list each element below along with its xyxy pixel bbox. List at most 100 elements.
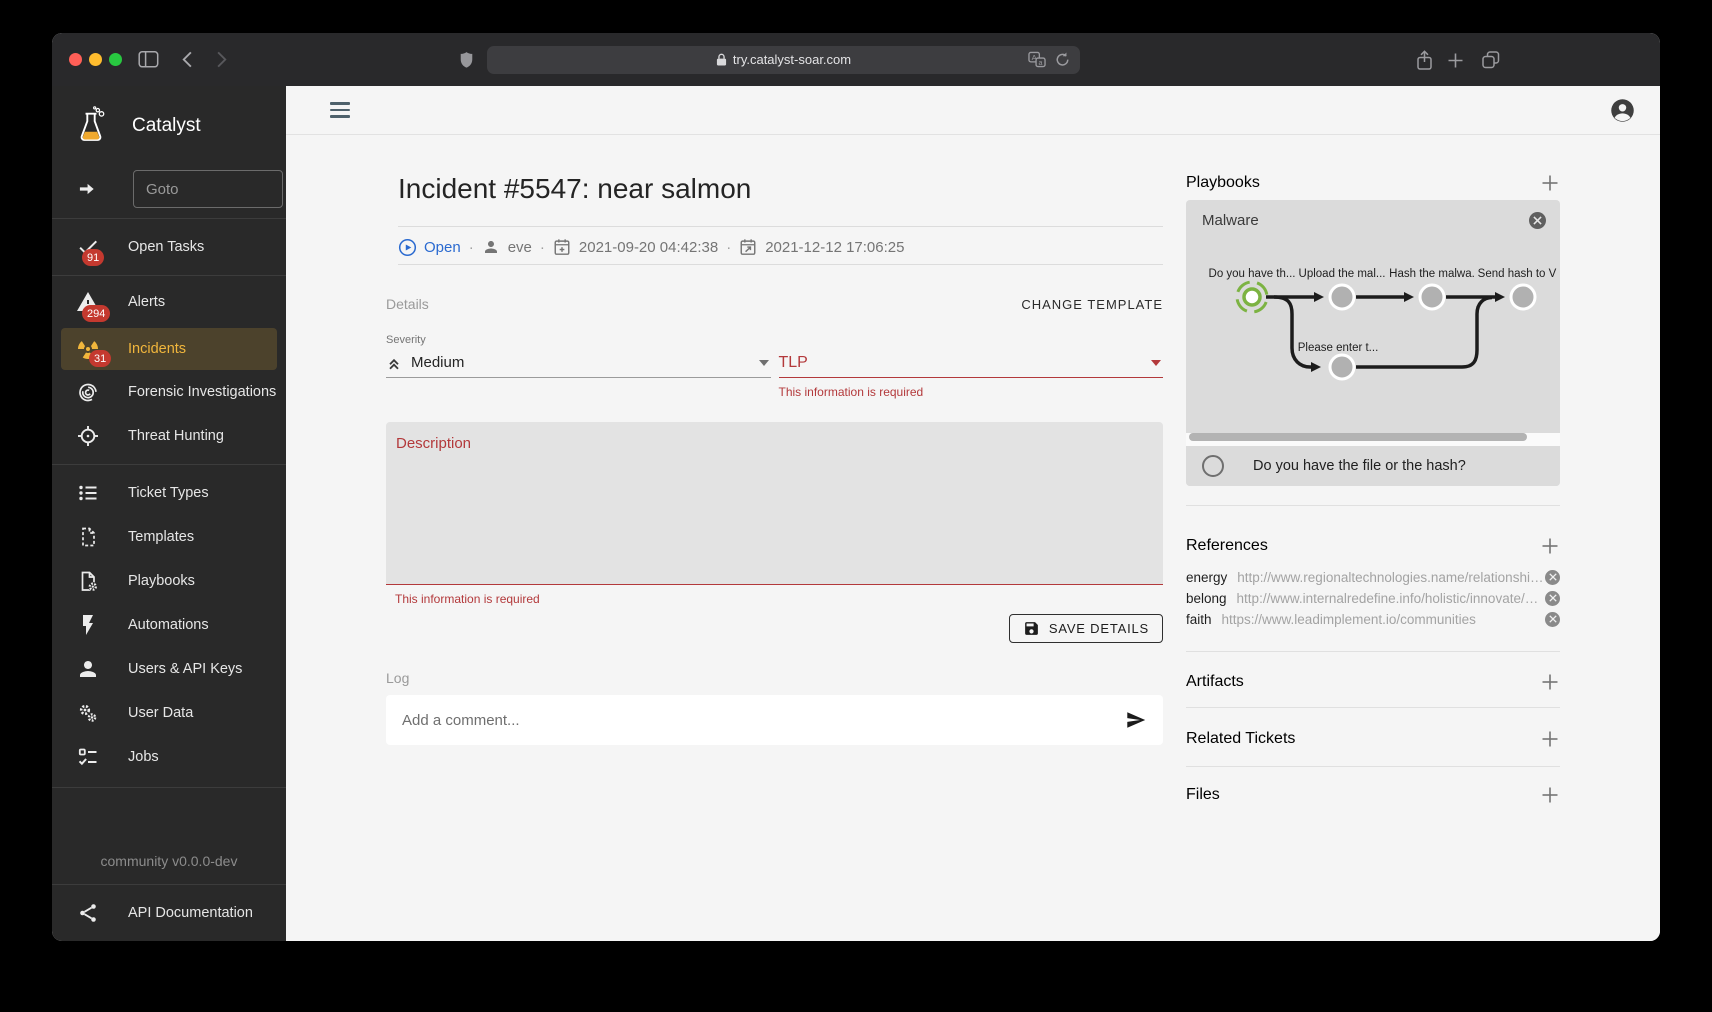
comment-input[interactable]: [402, 712, 1125, 729]
gears-icon: [76, 701, 100, 725]
url-text: try.catalyst-soar.com: [733, 52, 851, 67]
section-divider: [1186, 505, 1560, 506]
remove-playbook-icon[interactable]: [1529, 212, 1546, 229]
playbooks-header: Playbooks: [1186, 172, 1560, 194]
address-bar[interactable]: try.catalyst-soar.com Aa: [487, 46, 1080, 74]
task-radio-icon[interactable]: [1202, 455, 1224, 477]
sidebar-item-users-api-keys[interactable]: Users & API Keys: [52, 647, 286, 691]
sidebar-item-open-tasks[interactable]: Open Tasks 91: [52, 219, 286, 275]
sidebar-item-label: Threat Hunting: [128, 428, 224, 444]
add-reference-button[interactable]: [1540, 536, 1560, 556]
task-node[interactable]: [1511, 285, 1535, 309]
task-node[interactable]: [1330, 285, 1354, 309]
files-section-label: Files: [1186, 786, 1220, 804]
fingerprint-icon: [76, 380, 100, 404]
task-node[interactable]: [1420, 285, 1444, 309]
status-label: Open: [424, 239, 461, 256]
sidebar-item-incidents[interactable]: Incidents 31: [61, 328, 277, 370]
main-area: Incident #5547: near salmon Open · e: [286, 86, 1660, 941]
reference-url[interactable]: http://www.internalredefine.info/holisti…: [1237, 591, 1545, 606]
browser-window: try.catalyst-soar.com Aa: [52, 33, 1660, 941]
node-label: Send hash to V: [1478, 268, 1557, 280]
send-comment-button[interactable]: [1125, 709, 1147, 731]
traffic-lights: [69, 53, 122, 66]
status-badge[interactable]: Open: [398, 238, 461, 257]
references-section-label: References: [1186, 537, 1268, 555]
back-icon[interactable]: [179, 50, 198, 69]
sidebar-divider: [52, 787, 286, 788]
files-header: Files: [1186, 784, 1560, 806]
sidebar-item-label: Jobs: [128, 749, 159, 765]
forward-icon[interactable]: [211, 50, 230, 69]
translate-icon[interactable]: Aa: [1028, 51, 1046, 68]
severity-value: Medium: [411, 354, 750, 371]
start-node[interactable]: [1244, 289, 1260, 305]
close-window-button[interactable]: [69, 53, 82, 66]
tlp-field[interactable]: TLP This information is required: [779, 334, 1164, 399]
tab-overview-icon[interactable]: [1481, 50, 1501, 70]
remove-reference-icon[interactable]: [1545, 591, 1560, 606]
menu-icon[interactable]: [330, 102, 350, 118]
file-gear-icon: [76, 569, 100, 593]
list-icon: [76, 481, 100, 505]
goto-input[interactable]: [133, 170, 283, 208]
tlp-error-text: This information is required: [779, 385, 1164, 399]
sidebar-item-forensic-investigations[interactable]: Forensic Investigations: [52, 370, 286, 414]
remove-reference-icon[interactable]: [1545, 612, 1560, 627]
graph-scrollbar[interactable]: [1189, 433, 1527, 441]
sidebar-item-label: Playbooks: [128, 573, 195, 589]
modified-date-icon: [739, 238, 757, 256]
sidebar-item-user-data[interactable]: User Data: [52, 691, 286, 735]
sidebar-toggle-icon[interactable]: [138, 50, 159, 69]
incidents-badge: 31: [89, 350, 111, 367]
reference-url[interactable]: https://www.leadimplement.io/communities: [1222, 612, 1545, 627]
share-nodes-icon: [76, 901, 100, 925]
sidebar-item-playbooks[interactable]: Playbooks: [52, 559, 286, 603]
severity-field[interactable]: Severity Medium: [386, 334, 771, 399]
active-task-label: Do you have the file or the hash?: [1253, 458, 1466, 474]
add-file-button[interactable]: [1540, 785, 1560, 805]
sidebar-item-alerts[interactable]: Alerts 294: [52, 276, 286, 328]
page-content: Incident #5547: near salmon Open · e: [286, 135, 1660, 846]
playbook-graph[interactable]: Do you have th... Upload the mal... Hash…: [1186, 234, 1560, 430]
divider: [398, 226, 1163, 227]
log-section-label: Log: [386, 670, 1163, 686]
alerts-badge: 294: [82, 305, 110, 322]
sidebar-item-ticket-types[interactable]: Ticket Types: [52, 471, 286, 515]
reference-url[interactable]: http://www.regionaltechnologies.name/rel…: [1237, 570, 1545, 585]
sidebar-item-threat-hunting[interactable]: Threat Hunting: [52, 414, 286, 458]
active-task-row[interactable]: Do you have the file or the hash?: [1186, 446, 1560, 486]
add-related-ticket-button[interactable]: [1540, 729, 1560, 749]
sidebar-item-automations[interactable]: Automations: [52, 603, 286, 647]
account-avatar[interactable]: [1609, 97, 1636, 124]
created-date: 2021-09-20 04:42:38: [579, 239, 718, 256]
privacy-shield-icon[interactable]: [458, 51, 475, 69]
new-tab-icon[interactable]: [1448, 53, 1463, 68]
add-playbook-button[interactable]: [1540, 173, 1560, 193]
sidebar-item-templates[interactable]: Templates: [52, 515, 286, 559]
task-node[interactable]: [1330, 355, 1354, 379]
sidebar-item-jobs[interactable]: Jobs: [52, 735, 286, 779]
separator: ·: [726, 239, 731, 256]
browser-chrome: try.catalyst-soar.com Aa: [52, 33, 1660, 86]
modified-date: 2021-12-12 17:06:25: [765, 239, 904, 256]
save-details-button[interactable]: SAVE DETAILS: [1009, 614, 1163, 643]
reference-row: energy http://www.regionaltechnologies.n…: [1186, 567, 1560, 588]
node-label: Upload the mal...: [1299, 268, 1386, 280]
description-textarea[interactable]: Description: [386, 422, 1163, 585]
sidebar-item-label: API Documentation: [128, 905, 253, 921]
sidebar-item-api-documentation[interactable]: API Documentation: [52, 885, 286, 941]
reload-icon[interactable]: [1055, 51, 1070, 67]
add-artifact-button[interactable]: [1540, 672, 1560, 692]
fullscreen-window-button[interactable]: [109, 53, 122, 66]
remove-reference-icon[interactable]: [1545, 570, 1560, 585]
sidebar-item-label: User Data: [128, 705, 193, 721]
change-template-button[interactable]: CHANGE TEMPLATE: [1021, 297, 1163, 312]
sidebar-item-label: Automations: [128, 617, 209, 633]
svg-text:a: a: [1039, 58, 1043, 66]
app-root: Catalyst Open Tasks 91: [52, 86, 1660, 941]
share-icon[interactable]: [1415, 50, 1434, 71]
minimize-window-button[interactable]: [89, 53, 102, 66]
related-tickets-section-label: Related Tickets: [1186, 730, 1295, 748]
page-title: Incident #5547: near salmon: [398, 172, 1163, 206]
